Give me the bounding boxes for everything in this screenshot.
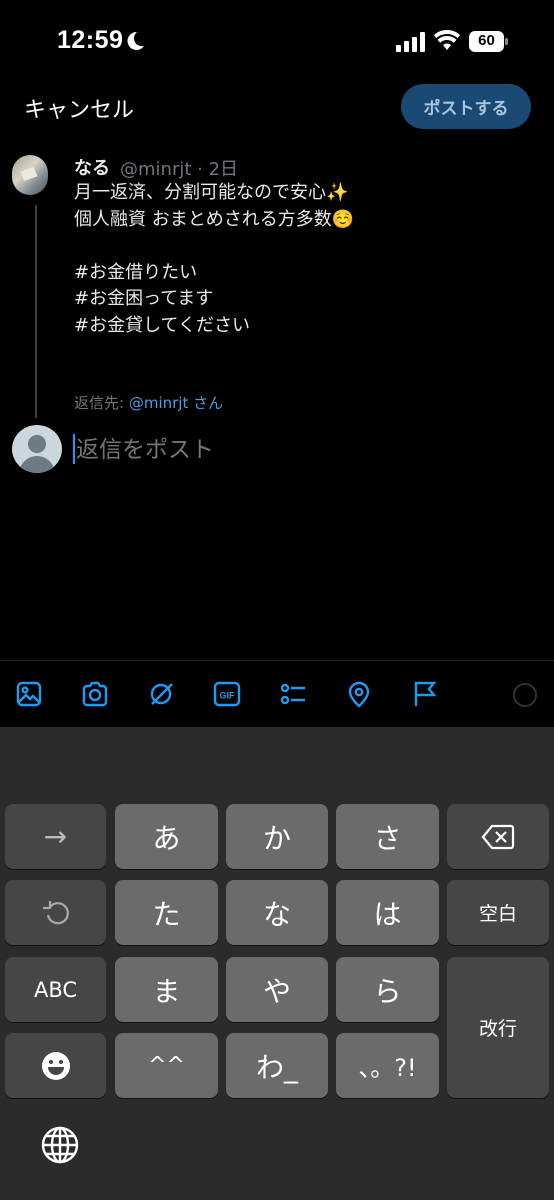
- tweet-text: 月一返済、分割可能なので安心✨ 個人融資 おまとめされる方多数☺️ #お金借りた…: [74, 182, 355, 336]
- key-ka[interactable]: か: [226, 804, 328, 869]
- key-ma[interactable]: ま: [115, 957, 218, 1022]
- key-emoji[interactable]: [5, 1033, 106, 1098]
- wifi-icon: [434, 30, 460, 50]
- grok-icon[interactable]: [146, 679, 176, 709]
- thread-line: [35, 205, 37, 418]
- reply-prefix: 返信先:: [74, 394, 129, 412]
- user-avatar: [12, 425, 62, 473]
- poll-icon[interactable]: [278, 679, 308, 709]
- key-undo[interactable]: [5, 880, 106, 945]
- key-na[interactable]: な: [226, 880, 328, 945]
- location-icon[interactable]: [344, 679, 374, 709]
- reply-input[interactable]: [76, 433, 476, 467]
- key-abc[interactable]: ABC: [5, 957, 106, 1022]
- gif-icon[interactable]: GIF: [212, 679, 242, 709]
- undo-icon: [42, 900, 69, 924]
- image-icon[interactable]: [14, 679, 44, 709]
- key-backspace[interactable]: [447, 804, 549, 869]
- author-name: なる: [74, 158, 110, 179]
- key-return[interactable]: 改行: [447, 957, 549, 1098]
- reply-to-label: 返信先: @minrjt さん: [74, 392, 223, 413]
- globe-icon[interactable]: [40, 1125, 80, 1165]
- moon-icon: [127, 31, 144, 50]
- key-punctuation[interactable]: 、。?!: [336, 1033, 439, 1098]
- text-cursor: [73, 434, 75, 464]
- camera-icon[interactable]: [80, 679, 110, 709]
- key-arrow-next[interactable]: →: [5, 804, 106, 869]
- key-space[interactable]: 空白: [447, 880, 549, 945]
- battery-level: 60: [478, 32, 495, 49]
- svg-text:GIF: GIF: [220, 691, 236, 701]
- signal-icon: [396, 32, 425, 52]
- key-wa[interactable]: わ_: [226, 1033, 328, 1098]
- flag-icon[interactable]: [410, 679, 440, 709]
- emoji-icon: [41, 1051, 70, 1080]
- key-ha[interactable]: は: [336, 880, 439, 945]
- key-ta[interactable]: た: [115, 880, 218, 945]
- status-time: 12:59: [57, 26, 124, 54]
- compose-toolbar: GIF: [0, 660, 554, 727]
- cancel-button[interactable]: キャンセル: [24, 92, 134, 124]
- post-button[interactable]: ポストする: [401, 84, 531, 129]
- key-sa[interactable]: さ: [336, 804, 439, 869]
- key-dakuten[interactable]: ^^: [115, 1033, 218, 1098]
- key-a[interactable]: あ: [115, 804, 218, 869]
- status-bar: 12:59 60: [0, 0, 554, 84]
- key-ra[interactable]: ら: [336, 957, 439, 1022]
- battery-icon: 60: [469, 31, 509, 52]
- author-avatar[interactable]: [12, 155, 48, 195]
- reply-mention-link[interactable]: @minrjt さん: [129, 394, 223, 412]
- character-counter-ring: [513, 683, 537, 707]
- backspace-icon: [481, 824, 515, 849]
- key-ya[interactable]: や: [226, 957, 328, 1022]
- author-handle: @minrjt · 2日: [120, 159, 239, 180]
